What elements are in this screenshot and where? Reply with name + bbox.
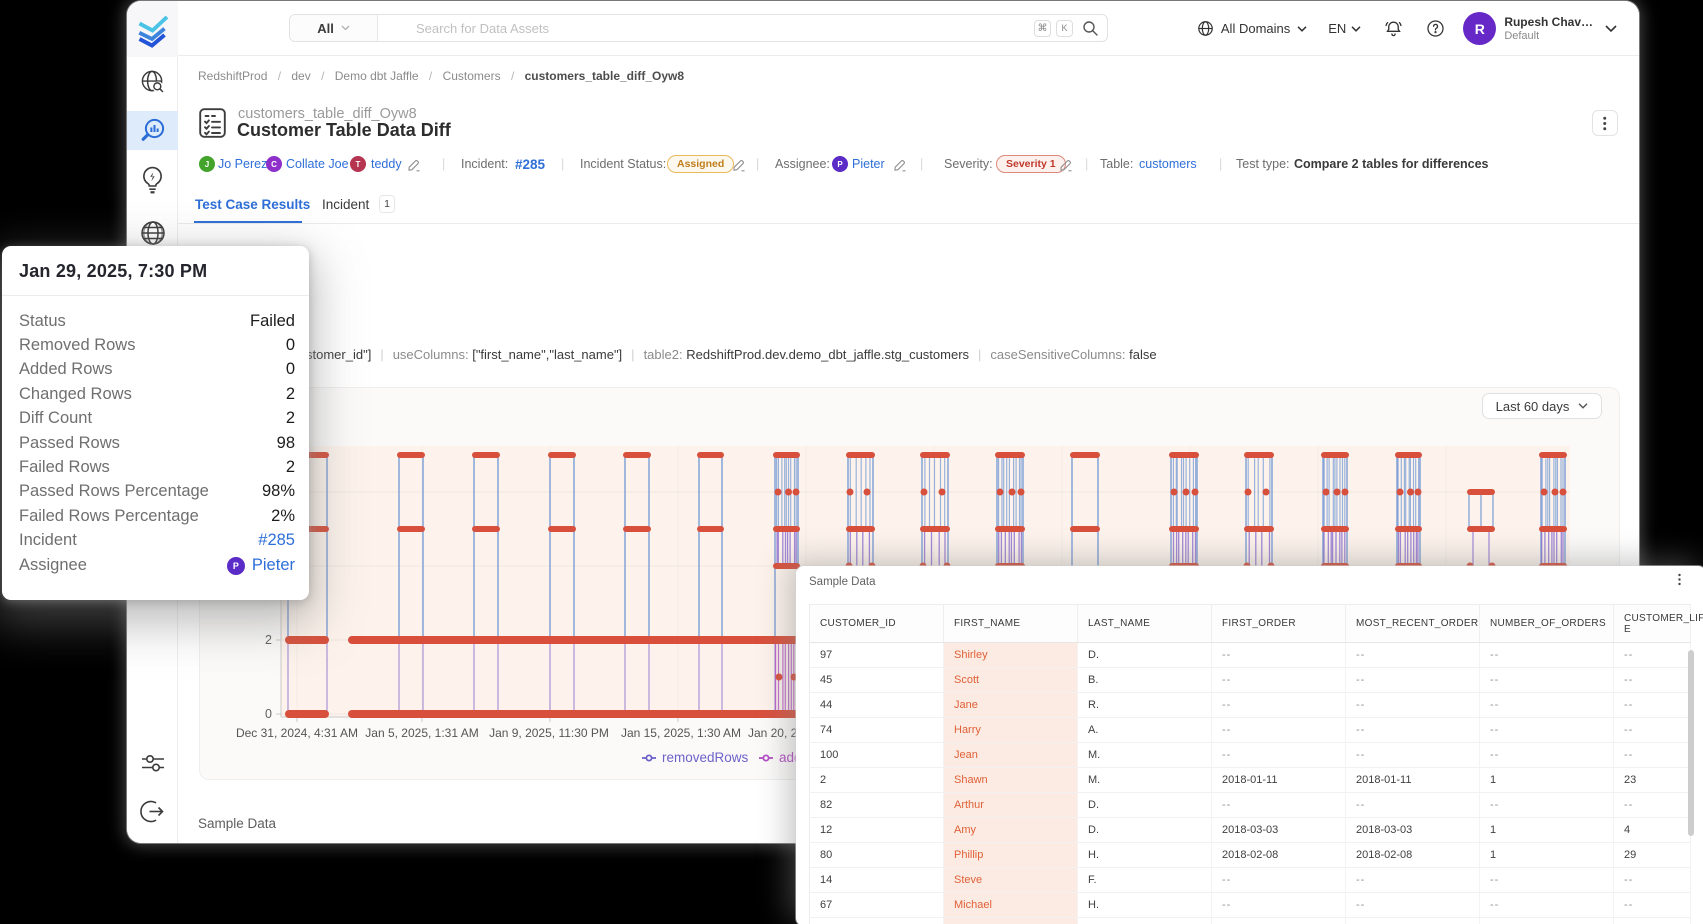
svg-text:0: 0 <box>265 707 272 721</box>
svg-text:Dec 31, 2024, 4:31 AM: Dec 31, 2024, 4:31 AM <box>236 726 358 740</box>
svg-text:Jan 15, 2025, 1:30 AM: Jan 15, 2025, 1:30 AM <box>621 726 741 740</box>
svg-text:2: 2 <box>265 633 272 647</box>
svg-text:Jan 9, 2025, 11:30 PM: Jan 9, 2025, 11:30 PM <box>489 726 609 740</box>
svg-text:Jan 5, 2025, 1:31 AM: Jan 5, 2025, 1:31 AM <box>365 726 478 740</box>
